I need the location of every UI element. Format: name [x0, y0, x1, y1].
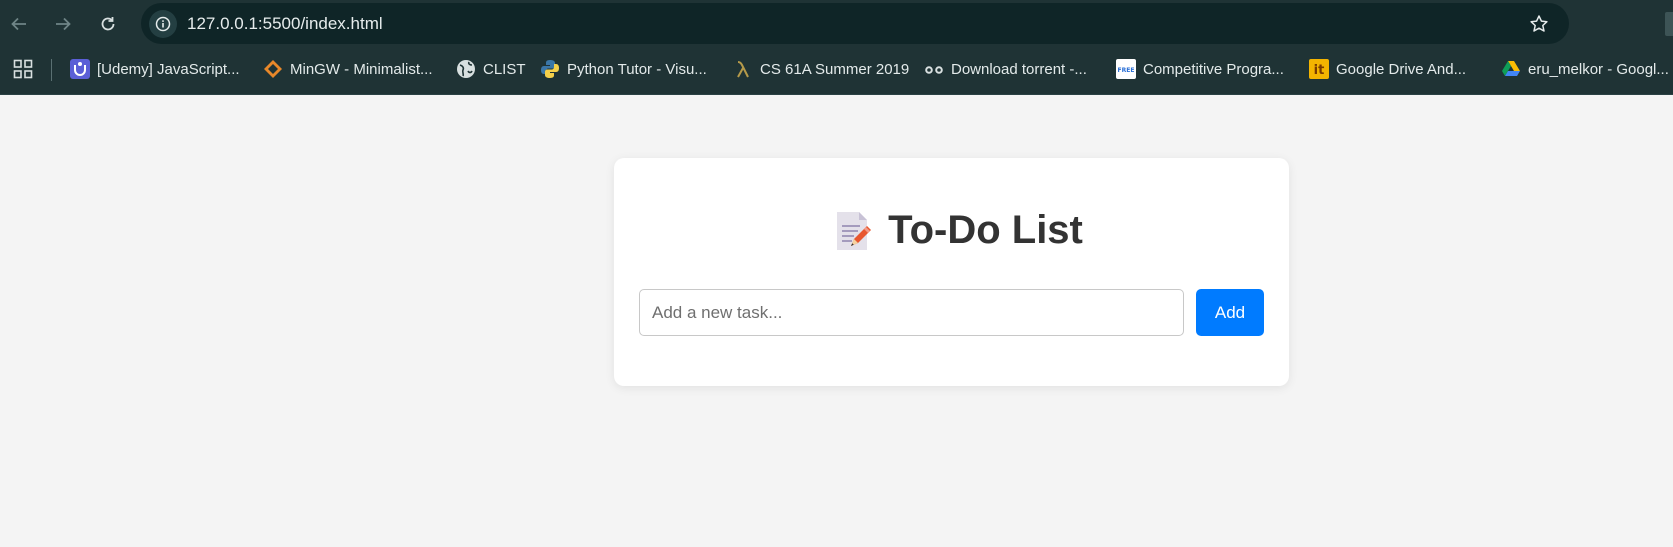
- address-bar[interactable]: 127.0.0.1:5500/index.html: [141, 3, 1569, 44]
- todo-heading: To-Do List: [614, 208, 1289, 253]
- arrow-left-icon: [11, 17, 26, 31]
- reload-button[interactable]: [93, 9, 123, 39]
- globe-icon: [456, 59, 476, 79]
- apps-button[interactable]: [13, 59, 33, 79]
- info-icon: [155, 16, 171, 32]
- mingw-icon: [263, 59, 283, 79]
- svg-text:it: it: [1314, 63, 1325, 78]
- bookmark-eru-melkor[interactable]: eru_melkor - Googl...: [1501, 54, 1669, 84]
- bookmark-star-button[interactable]: [1527, 12, 1551, 36]
- it-icon: it: [1309, 59, 1329, 79]
- site-info-button[interactable]: [149, 10, 177, 38]
- forward-button[interactable]: [48, 9, 78, 39]
- glasses-icon: [924, 59, 944, 79]
- back-button[interactable]: [4, 9, 34, 39]
- star-icon: [1530, 15, 1548, 32]
- reload-icon: [101, 17, 115, 31]
- lambda-icon: [733, 59, 753, 79]
- arrow-right-icon: [56, 17, 71, 31]
- bookmark-download-torrent[interactable]: Download torrent -...: [924, 54, 1087, 84]
- bookmarks-separator: [51, 59, 52, 81]
- bookmark-competitive-programming[interactable]: FREE Competitive Progra...: [1116, 54, 1284, 84]
- todo-card: To-Do List Add: [614, 158, 1289, 386]
- free-badge-icon: FREE: [1116, 59, 1136, 79]
- add-task-button[interactable]: Add: [1196, 289, 1264, 336]
- udemy-icon: [70, 59, 90, 79]
- bookmark-google-drive-and[interactable]: it Google Drive And...: [1309, 54, 1466, 84]
- toolbar-edge: [1665, 12, 1673, 36]
- bookmark-clist[interactable]: CLIST: [456, 54, 526, 84]
- bookmark-udemy[interactable]: [Udemy] JavaScript...: [70, 54, 240, 84]
- bookmark-mingw[interactable]: MinGW - Minimalist...: [263, 54, 433, 84]
- browser-toolbar: 127.0.0.1:5500/index.html: [0, 0, 1673, 48]
- page-title: To-Do List: [888, 208, 1083, 252]
- memo-icon: [834, 210, 872, 252]
- bookmark-cs61a[interactable]: CS 61A Summer 2019: [733, 54, 909, 84]
- new-task-input[interactable]: [639, 289, 1184, 336]
- apps-grid-icon: [13, 59, 33, 79]
- url-text[interactable]: 127.0.0.1:5500/index.html: [187, 3, 383, 44]
- google-drive-icon: [1501, 59, 1521, 79]
- bookmarks-bar: [Udemy] JavaScript... MinGW - Minimalist…: [0, 48, 1673, 95]
- python-icon: [540, 59, 560, 79]
- bookmark-python-tutor[interactable]: Python Tutor - Visu...: [540, 54, 707, 84]
- svg-text:FREE: FREE: [1118, 67, 1135, 74]
